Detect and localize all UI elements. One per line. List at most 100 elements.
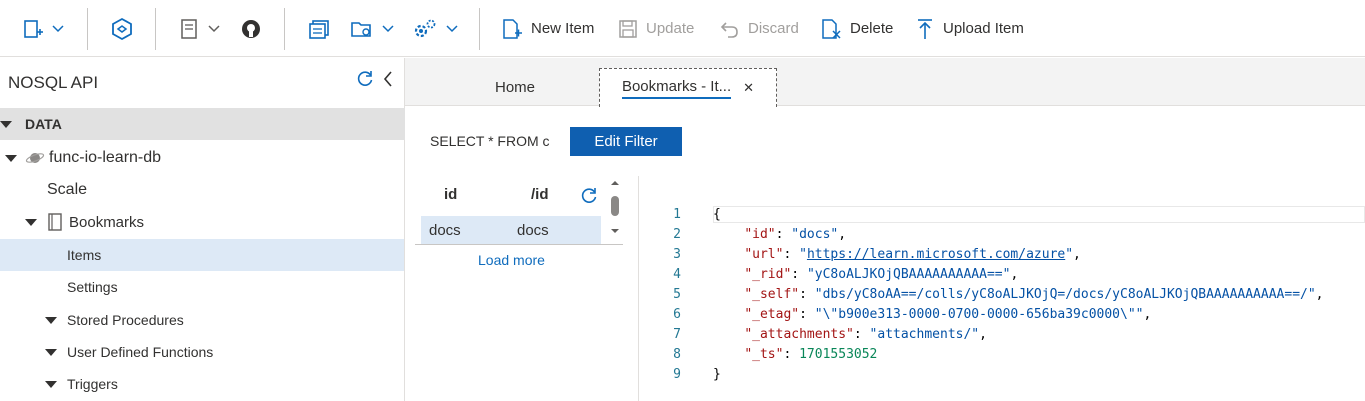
json-key: "url" — [744, 247, 784, 262]
github-icon — [242, 19, 260, 38]
api-title: NOSQL API — [8, 73, 99, 92]
json-key: "_self" — [744, 287, 800, 302]
upload-icon — [918, 18, 932, 39]
documents-grid: id /id docs docs Load more — [415, 176, 639, 401]
collapse-icon[interactable] — [382, 70, 394, 88]
expand-caret-icon — [25, 218, 37, 226]
tree-item-settings[interactable]: Settings — [0, 271, 404, 303]
json-editor[interactable]: 1 2 3 4 5 6 7 8 9 { "id": "docs", "url":… — [629, 203, 1365, 401]
new-container-icon — [24, 19, 43, 38]
toolbar-divider — [87, 8, 88, 50]
udfs-label: User Defined Functions — [67, 344, 214, 360]
delete-label: Delete — [850, 20, 894, 37]
close-icon[interactable]: ✕ — [743, 80, 754, 96]
data-section-header[interactable]: DATA — [0, 108, 405, 140]
upload-item-button[interactable]: Upload Item — [915, 0, 1024, 57]
chevron-down-icon — [382, 24, 394, 32]
open-folder-icon — [351, 21, 371, 37]
chevron-down-icon — [52, 24, 64, 32]
command-bar: New Item Update Discard Delete Upload It… — [0, 0, 1365, 57]
delete-icon — [822, 18, 841, 39]
column-pk-header[interactable]: /id — [531, 186, 549, 203]
toolbar-divider — [284, 8, 285, 50]
load-more-link[interactable]: Load more — [478, 252, 545, 268]
scale-label: Scale — [47, 181, 88, 198]
tab-bookmarks-items[interactable]: Bookmarks - It... ✕ — [599, 68, 777, 107]
chevron-down-icon — [208, 24, 220, 32]
code-line: "_self": "dbs/yC8oAA==/colls/yC8oALJKOjQ… — [744, 287, 1324, 302]
github-button[interactable] — [240, 0, 262, 57]
tree-item-database[interactable]: func-io-learn-db — [0, 142, 404, 174]
expand-caret-icon — [0, 120, 12, 128]
update-button[interactable]: Update — [618, 0, 694, 57]
code-line: "_etag": "\"b900e313-0000-0700-0000-656b… — [744, 307, 1152, 322]
tree-item-triggers[interactable]: Triggers — [0, 368, 404, 400]
new-item-button[interactable]: New Item — [501, 0, 594, 57]
toolbar-divider — [155, 8, 156, 50]
line-number: 1 — [673, 207, 681, 222]
code-line: "_ts": 1701553052 — [744, 347, 878, 362]
row-divider — [415, 244, 623, 245]
line-number: 8 — [673, 347, 681, 362]
table-row[interactable]: docs docs — [421, 216, 601, 244]
json-value: 1701553052 — [799, 347, 878, 362]
save-icon — [619, 19, 637, 38]
delete-button[interactable]: Delete — [820, 0, 893, 57]
row-pk-cell: docs — [517, 222, 549, 239]
triggers-label: Triggers — [67, 376, 118, 392]
tree-item-stored-procedures[interactable]: Stored Procedures — [0, 304, 404, 336]
main-content: Home Bookmarks - It... ✕ SELECT * FROM c… — [405, 58, 1365, 401]
line-number: 3 — [673, 247, 681, 262]
query-text: SELECT * FROM c — [430, 133, 550, 149]
grid-header: id /id — [415, 176, 605, 216]
open-brace: { — [713, 207, 721, 222]
refresh-icon[interactable] — [580, 187, 598, 205]
upload-item-label: Upload Item — [943, 20, 1024, 37]
scroll-down-icon[interactable] — [608, 226, 622, 236]
code-line: "url": "https://learn.microsoft.com/azur… — [744, 247, 1081, 262]
database-label: func-io-learn-db — [49, 149, 162, 166]
tree-actions — [356, 70, 394, 88]
edit-filter-button[interactable]: Edit Filter — [570, 127, 682, 156]
notebook-icon — [181, 18, 197, 39]
settings-button[interactable] — [412, 0, 458, 57]
tree-item-container[interactable]: Bookmarks — [0, 206, 404, 238]
new-container-button[interactable] — [22, 0, 64, 57]
column-id-header[interactable]: id — [444, 186, 457, 203]
tab-home[interactable]: Home — [455, 68, 575, 107]
grid-scrollbar[interactable] — [608, 176, 622, 236]
line-number: 6 — [673, 307, 681, 322]
json-key: "_ts" — [744, 347, 784, 362]
json-value: "docs" — [791, 227, 839, 242]
expand-caret-icon — [45, 380, 57, 388]
resource-tree-panel: NOSQL API DATA func-io-learn-db Scale Bo… — [0, 58, 405, 401]
line-number: 5 — [673, 287, 681, 302]
expand-caret-icon — [45, 348, 57, 356]
tab-active-label: Bookmarks - It... — [621, 78, 732, 99]
toolbar-divider — [479, 8, 480, 50]
scroll-thumb[interactable] — [611, 196, 619, 216]
discard-button[interactable]: Discard — [720, 0, 799, 57]
tree-item-items[interactable]: Items — [0, 239, 404, 271]
json-value: "yC8oALJKOjQBAAAAAAAAAA==" — [806, 267, 1011, 282]
filter-bar: SELECT * FROM c Edit Filter — [405, 106, 1365, 161]
refresh-icon[interactable] — [356, 70, 374, 88]
items-label: Items — [67, 247, 102, 263]
json-url-link[interactable]: https://learn.microsoft.com/azure — [807, 247, 1065, 262]
expand-caret-icon — [5, 154, 17, 162]
notebook-button[interactable] — [178, 0, 220, 57]
new-query-button[interactable] — [308, 0, 332, 57]
scroll-up-icon[interactable] — [608, 178, 622, 188]
settings-gear-icon — [414, 19, 436, 37]
json-value: "dbs/yC8oAA==/colls/yC8oALJKOjQ=/docs/yC… — [814, 287, 1316, 302]
container-label: Bookmarks — [69, 213, 145, 231]
expand-caret-icon — [45, 316, 57, 324]
json-key: "id" — [744, 227, 776, 242]
cosmos-button[interactable] — [110, 0, 134, 57]
tree-item-scale[interactable]: Scale — [0, 174, 404, 206]
discard-label: Discard — [748, 20, 799, 37]
open-folder-button[interactable] — [350, 0, 394, 57]
row-id-cell: docs — [429, 222, 461, 239]
tree-item-udfs[interactable]: User Defined Functions — [0, 336, 404, 368]
chevron-down-icon — [446, 24, 458, 32]
